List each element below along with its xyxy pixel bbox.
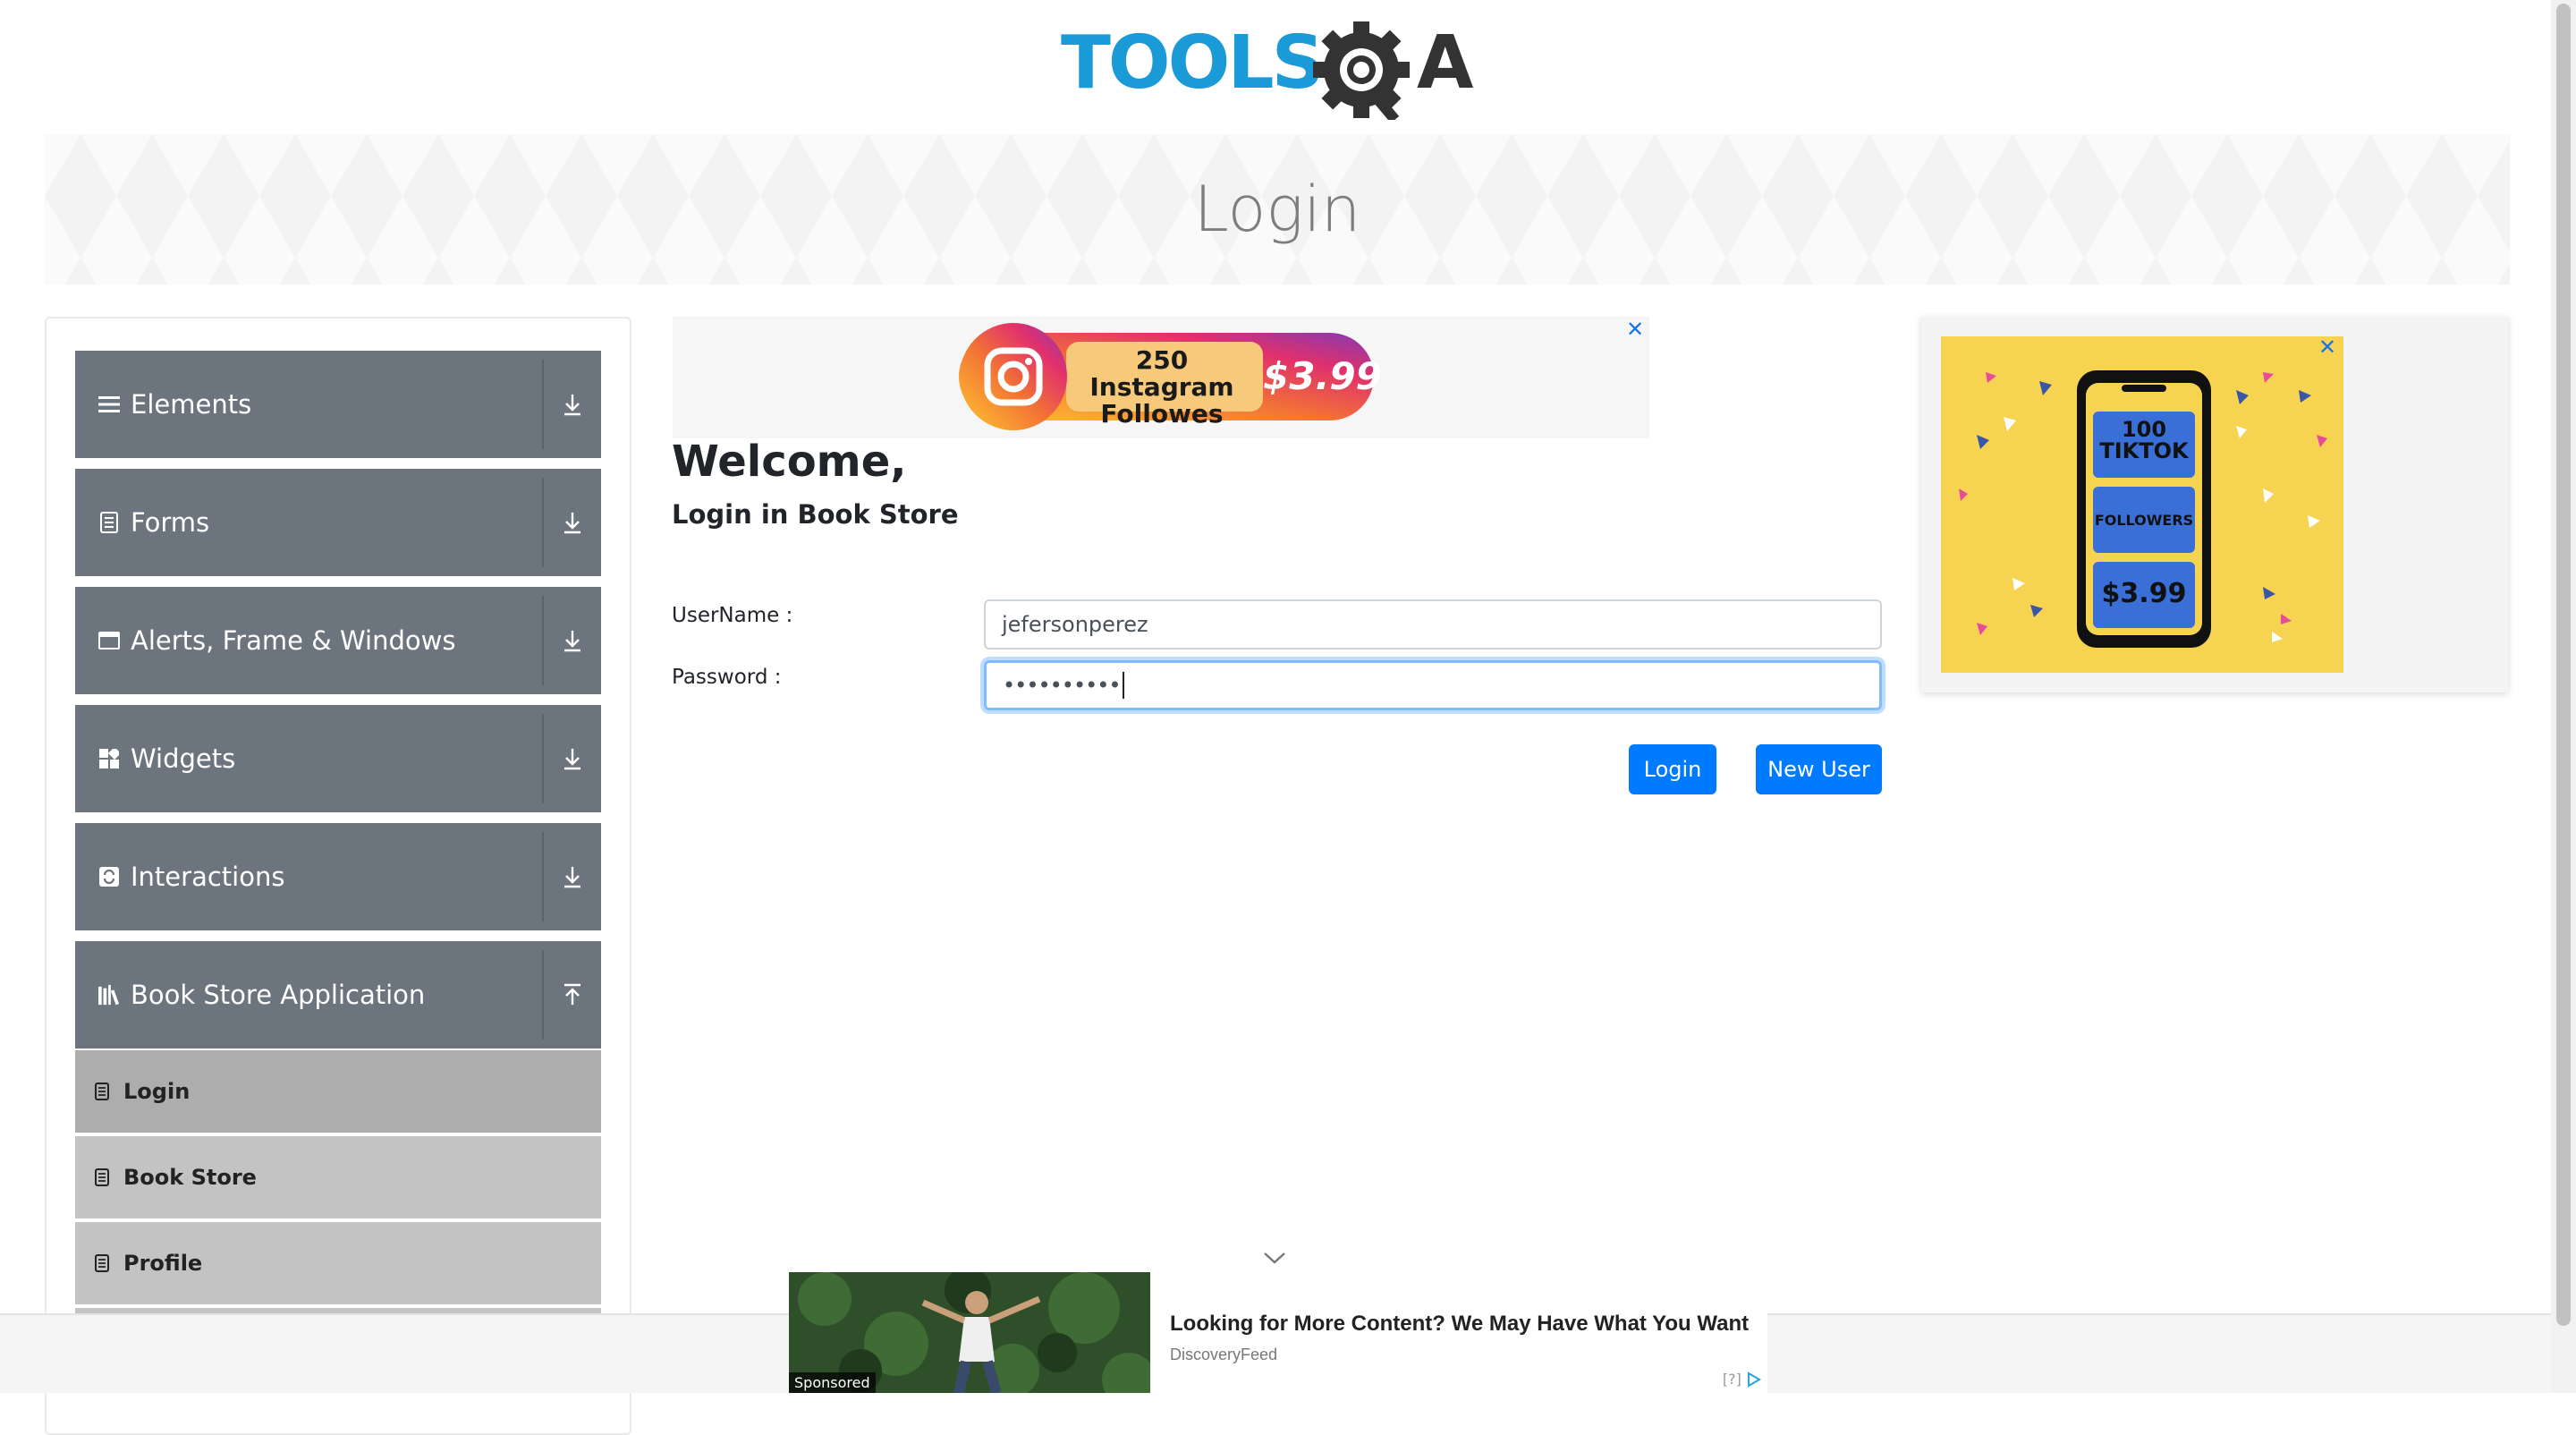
download-icon[interactable] [556,823,589,930]
divider [542,596,544,685]
download-icon[interactable] [556,587,589,694]
toolsqa-logo[interactable]: TOOLS A [1061,20,1497,123]
page-banner: Login [45,134,2510,284]
divider [542,360,544,449]
interactions-icon [98,866,120,887]
sponsored-image: Sponsored [789,1272,1150,1393]
sidebar-group-label: Book Store Application [131,980,426,1010]
window-icon [98,630,120,651]
sponsored-title[interactable]: Looking for More Content? We May Have Wh… [1170,1312,1749,1337]
ad-text: 250 Instagram Followes [1089,345,1234,429]
document-icon [95,1254,113,1272]
tiktok-ad-container: 100 TIKTOK FOLLOWERS $3.99 ✕ [1921,317,2508,692]
sidebar-item-label: Book Store [123,1165,257,1190]
sidebar-item-label: Login [123,1079,191,1104]
sidebar-group-label: Interactions [131,862,285,892]
login-button[interactable]: Login [1629,744,1716,794]
gear-icon [1313,21,1410,123]
text-caret [1122,672,1124,699]
sidebar-group-book-store[interactable]: Book Store Application [75,941,601,1049]
logo-text-right: A [1417,21,1474,106]
list-icon [98,394,120,415]
books-icon [98,984,120,1006]
divider [542,714,544,803]
close-icon[interactable]: ✕ [2318,336,2336,360]
sidebar-group-label: Widgets [131,743,236,774]
widgets-icon [98,748,120,769]
sidebar-group-label: Forms [131,507,210,538]
divider [542,832,544,921]
sidebar-group-label: Elements [131,389,252,420]
username-value: jefersonperez [1002,612,1148,637]
divider [542,950,544,1040]
scrollbar[interactable] [2551,0,2576,1393]
logo-text-left: TOOLS [1061,21,1322,106]
login-subtitle: Login in Book Store [672,499,959,530]
sidebar-item-login[interactable]: Login [75,1050,601,1134]
download-icon[interactable] [556,351,589,458]
document-icon [95,1083,113,1100]
welcome-heading: Welcome, [672,437,907,487]
sidebar-item-profile[interactable]: Profile [75,1222,601,1306]
username-label: UserName : [672,604,793,627]
adchoices-icon[interactable]: [?] [1723,1371,1762,1388]
sidebar-group-widgets[interactable]: Widgets [75,705,601,812]
sponsored-tag: Sponsored [789,1372,876,1393]
document-icon [95,1168,113,1186]
close-icon[interactable]: ✕ [1626,317,1644,342]
sidebar-group-elements[interactable]: Elements [75,351,601,458]
instagram-ad[interactable]: 250 Instagram Followes $3.99 ✕ [673,317,1649,438]
sidebar-item-book-store[interactable]: Book Store [75,1136,601,1220]
sidebar: Elements Forms Alerts, Frame & Windows W… [45,317,631,1435]
ad-price: $3.99 [1263,354,1382,398]
sidebar-group-forms[interactable]: Forms [75,469,601,576]
download-icon[interactable] [556,705,589,812]
tiktok-followers: FOLLOWERS [2094,512,2194,529]
sidebar-group-interactions[interactable]: Interactions [75,823,601,930]
tiktok-text: 100 TIKTOK [2099,417,2189,463]
page-title: Login [1193,173,1361,246]
scrollbar-thumb[interactable] [2556,4,2571,1326]
upload-icon[interactable] [556,941,589,1049]
password-value: •••••••••• [1003,673,1122,698]
download-icon[interactable] [556,469,589,576]
password-label: Password : [672,666,782,689]
tiktok-price: $3.99 [2101,578,2187,609]
tiktok-ad[interactable]: 100 TIKTOK FOLLOWERS $3.99 ✕ [1941,336,2343,673]
new-user-button[interactable]: New User [1756,744,1882,794]
chevron-down-icon[interactable] [1261,1249,1288,1270]
divider [542,478,544,567]
username-field[interactable]: jefersonperez [984,599,1882,650]
sidebar-group-label: Alerts, Frame & Windows [131,625,456,656]
sponsored-source: DiscoveryFeed [1170,1346,1278,1363]
password-field[interactable]: •••••••••• [984,660,1882,710]
sponsored-ad[interactable]: Sponsored Looking for More Content? We M… [789,1272,1767,1393]
sidebar-group-alerts[interactable]: Alerts, Frame & Windows [75,587,601,694]
form-icon [98,512,120,533]
sidebar-item-label: Profile [123,1251,203,1276]
